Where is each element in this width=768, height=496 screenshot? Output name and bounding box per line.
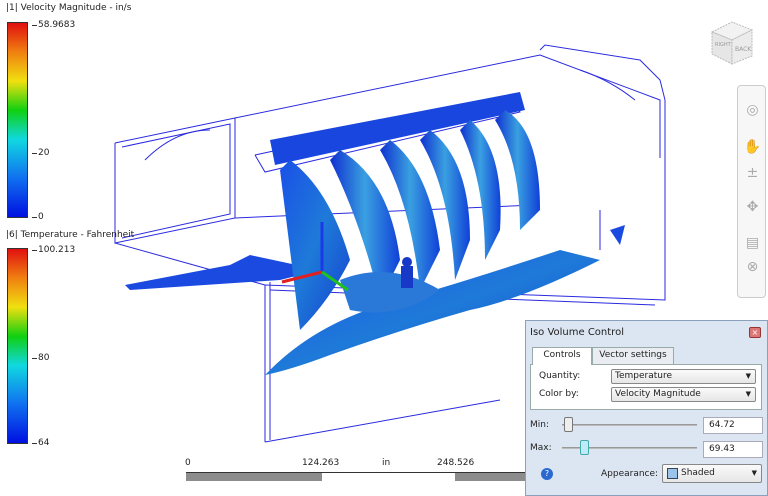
steering-wheel-icon[interactable]: ◎ <box>743 101 762 120</box>
scale-end-label: 248.526 <box>437 458 475 468</box>
temperature-legend-title: |6| Temperature - Fahrenheit <box>6 230 135 240</box>
max-input[interactable]: 69.43 <box>703 441 763 458</box>
tab-vector-settings[interactable]: Vector settings <box>592 347 674 364</box>
chevron-down-icon: ▼ <box>751 469 757 477</box>
min-input[interactable]: 64.72 <box>703 417 763 434</box>
max-slider[interactable] <box>562 440 697 455</box>
center-icon[interactable]: ⊗ <box>743 258 762 277</box>
velocity-min-label: 0 <box>32 212 44 222</box>
temperature-color-bar <box>7 248 28 444</box>
max-label: Max: <box>530 443 552 453</box>
scale-start-label: 0 <box>185 458 191 468</box>
tab-controls[interactable]: Controls <box>532 347 592 365</box>
quantity-label: Quantity: <box>539 371 581 381</box>
chevron-down-icon: ▼ <box>745 372 751 380</box>
appearance-select[interactable]: Shaded ▼ <box>662 464 762 483</box>
navigation-bar: ◎ ✋ ± ✥ ▤ ⊗ <box>737 85 766 298</box>
velocity-mid-label: 20 <box>31 148 50 158</box>
view-cube-back-face: BACK <box>735 46 752 53</box>
zoom-icon[interactable]: ± <box>743 164 762 183</box>
temperature-mid-label: 80 <box>31 353 50 363</box>
velocity-max-label: 58.9683 <box>31 20 76 30</box>
view-cube-right-face: RIGHT <box>715 42 732 48</box>
color-by-value: Velocity Magnitude <box>615 389 701 399</box>
velocity-color-bar <box>7 22 28 218</box>
appearance-value: Shaded <box>681 468 715 478</box>
quantity-value: Temperature <box>615 371 673 381</box>
min-label: Min: <box>530 420 550 430</box>
chevron-down-icon: ▼ <box>745 390 751 398</box>
scale-bar <box>186 472 526 481</box>
iso-volume-control-dialog: Iso Volume Control × Controls Vector set… <box>525 320 768 496</box>
max-slider-thumb[interactable] <box>580 440 589 455</box>
temperature-min-label: 64 <box>31 438 50 448</box>
appearance-label: Appearance: <box>601 469 659 479</box>
dialog-title: Iso Volume Control <box>530 327 624 338</box>
quantity-select[interactable]: Temperature ▼ <box>611 369 756 384</box>
orbit-icon[interactable]: ✥ <box>743 198 762 217</box>
color-by-label: Color by: <box>539 389 579 399</box>
temperature-max-label: 100.213 <box>31 245 76 255</box>
help-icon[interactable]: ? <box>541 468 553 480</box>
close-button[interactable]: × <box>749 327 761 338</box>
color-by-select[interactable]: Velocity Magnitude ▼ <box>611 387 756 402</box>
view-cube[interactable]: BACK RIGHT <box>708 18 756 68</box>
pan-icon[interactable]: ✋ <box>743 138 762 157</box>
shaded-icon <box>667 468 678 479</box>
scale-mid-label: 124.263 <box>302 458 340 468</box>
min-slider-thumb[interactable] <box>564 417 573 432</box>
controls-panel: Quantity: Temperature ▼ Color by: Velocit… <box>530 364 762 410</box>
min-slider[interactable] <box>562 417 697 432</box>
scale-unit-label: in <box>382 458 391 468</box>
look-at-icon[interactable]: ▤ <box>743 234 762 253</box>
velocity-legend-title: |1| Velocity Magnitude - in/s <box>6 3 132 13</box>
